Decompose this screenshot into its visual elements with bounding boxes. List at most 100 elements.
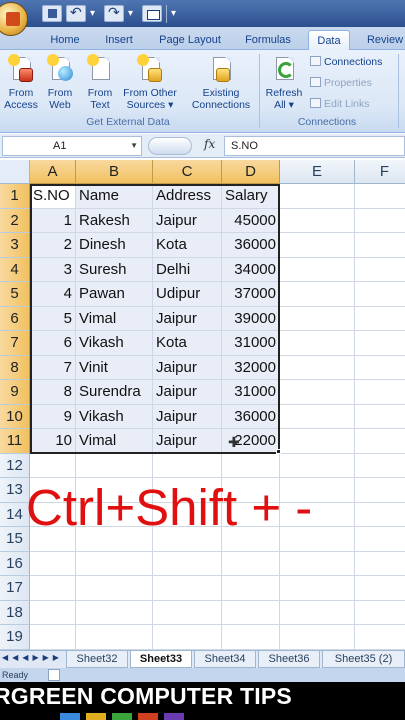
cell-b17[interactable]	[76, 576, 153, 601]
cell-d4[interactable]: 34000	[222, 257, 280, 282]
select-all-corner[interactable]	[0, 160, 30, 184]
cell-d19[interactable]	[222, 625, 280, 650]
row-header-16[interactable]: 16	[0, 551, 30, 576]
tab-data[interactable]: Data	[308, 30, 350, 50]
cell-f2[interactable]	[355, 208, 405, 233]
cell-b6[interactable]: Vimal	[76, 306, 153, 331]
sheet-tab-33[interactable]: Sheet33	[130, 651, 192, 668]
connections-button[interactable]: Connections	[310, 56, 382, 68]
tab-insert[interactable]: Insert	[96, 30, 142, 50]
cell-b10[interactable]: Vikash	[76, 404, 153, 429]
cell-a16[interactable]	[30, 551, 76, 576]
column-header-f[interactable]: F	[355, 160, 405, 184]
from-text-button[interactable]: From Text	[80, 54, 120, 111]
properties-button[interactable]: Properties	[310, 77, 372, 89]
cell-e11[interactable]	[280, 429, 355, 454]
cell-f12[interactable]	[355, 453, 405, 478]
undo-icon[interactable]	[66, 4, 86, 22]
row-header-12[interactable]: 12	[0, 453, 30, 478]
cell-f15[interactable]	[355, 527, 405, 552]
cell-c19[interactable]	[153, 625, 222, 650]
cell-e10[interactable]	[280, 404, 355, 429]
cell-b16[interactable]	[76, 551, 153, 576]
insert-function-icon[interactable]: fx	[204, 137, 215, 151]
cell-d5[interactable]: 37000	[222, 282, 280, 307]
cell-a12[interactable]	[30, 453, 76, 478]
cell-c9[interactable]: Jaipur	[153, 380, 222, 405]
cell-c2[interactable]: Jaipur	[153, 208, 222, 233]
cell-a8[interactable]: 7	[30, 355, 76, 380]
cell-a1[interactable]: S.NO	[30, 184, 76, 209]
row-header-17[interactable]: 17	[0, 576, 30, 601]
from-other-sources-button[interactable]: From Other Sources ▾	[120, 54, 180, 111]
cell-c4[interactable]: Delhi	[153, 257, 222, 282]
cell-b7[interactable]: Vikash	[76, 331, 153, 356]
sheet-tab-36[interactable]: Sheet36	[258, 651, 320, 668]
cell-a6[interactable]: 5	[30, 306, 76, 331]
column-header-a[interactable]: A	[30, 160, 76, 184]
cell-c18[interactable]	[153, 600, 222, 625]
cell-f18[interactable]	[355, 600, 405, 625]
formula-bar-resize-handle[interactable]	[148, 137, 192, 155]
formula-input[interactable]: S.NO	[224, 136, 405, 156]
cell-f19[interactable]	[355, 625, 405, 650]
cell-d8[interactable]: 32000	[222, 355, 280, 380]
cell-a19[interactable]	[30, 625, 76, 650]
cell-c11[interactable]: Jaipur	[153, 429, 222, 454]
tab-formulas[interactable]: Formulas	[238, 30, 298, 50]
cell-d2[interactable]: 45000	[222, 208, 280, 233]
cell-a18[interactable]	[30, 600, 76, 625]
sheet-tab-35-2[interactable]: Sheet35 (2)	[322, 651, 405, 668]
tab-review[interactable]: Review	[360, 30, 405, 50]
row-header-2[interactable]: 2	[0, 208, 30, 233]
edit-links-button[interactable]: Edit Links	[310, 98, 370, 110]
cell-a3[interactable]: 2	[30, 233, 76, 258]
row-header-11[interactable]: 11	[0, 429, 30, 454]
customize-qat-icon[interactable]: ▾	[171, 5, 181, 23]
cell-b18[interactable]	[76, 600, 153, 625]
cell-c1[interactable]: Address	[153, 184, 222, 209]
cell-c17[interactable]	[153, 576, 222, 601]
cell-f5[interactable]	[355, 282, 405, 307]
undo-dropdown-icon[interactable]: ▾	[90, 5, 100, 23]
from-access-button[interactable]: From Access	[1, 54, 41, 111]
cell-d7[interactable]: 31000	[222, 331, 280, 356]
cell-a9[interactable]: 8	[30, 380, 76, 405]
cell-e5[interactable]	[280, 282, 355, 307]
cell-a4[interactable]: 3	[30, 257, 76, 282]
cell-e18[interactable]	[280, 600, 355, 625]
save-icon[interactable]	[42, 5, 62, 22]
cell-e19[interactable]	[280, 625, 355, 650]
sheet-nav-icons[interactable]: ◀◀◀▶▶▶	[2, 653, 63, 662]
cell-b3[interactable]: Dinesh	[76, 233, 153, 258]
cell-c6[interactable]: Jaipur	[153, 306, 222, 331]
cell-b8[interactable]: Vinit	[76, 355, 153, 380]
row-header-6[interactable]: 6	[0, 306, 30, 331]
row-header-7[interactable]: 7	[0, 331, 30, 356]
cell-d6[interactable]: 39000	[222, 306, 280, 331]
cell-d18[interactable]	[222, 600, 280, 625]
cell-d1[interactable]: Salary	[222, 184, 280, 209]
cell-f3[interactable]	[355, 233, 405, 258]
cell-d9[interactable]: 31000	[222, 380, 280, 405]
cell-b11[interactable]: Vimal	[76, 429, 153, 454]
cell-e6[interactable]	[280, 306, 355, 331]
form-icon[interactable]	[142, 5, 162, 22]
column-header-c[interactable]: C	[153, 160, 222, 184]
cell-e7[interactable]	[280, 331, 355, 356]
cell-f6[interactable]	[355, 306, 405, 331]
cell-a11[interactable]: 10	[30, 429, 76, 454]
cell-b2[interactable]: Rakesh	[76, 208, 153, 233]
sheet-tab-34[interactable]: Sheet34	[194, 651, 256, 668]
cell-c3[interactable]: Kota	[153, 233, 222, 258]
column-header-e[interactable]: E	[280, 160, 355, 184]
cell-c12[interactable]	[153, 453, 222, 478]
cell-e2[interactable]	[280, 208, 355, 233]
cell-c8[interactable]: Jaipur	[153, 355, 222, 380]
cell-e3[interactable]	[280, 233, 355, 258]
cell-a17[interactable]	[30, 576, 76, 601]
cell-f11[interactable]	[355, 429, 405, 454]
cell-f7[interactable]	[355, 331, 405, 356]
cell-d10[interactable]: 36000	[222, 404, 280, 429]
cell-d17[interactable]	[222, 576, 280, 601]
